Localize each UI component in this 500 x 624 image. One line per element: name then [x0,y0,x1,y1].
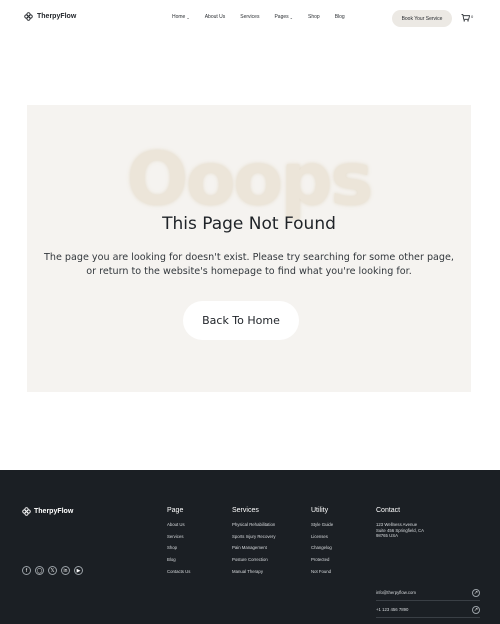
footer-link[interactable]: Manual Therapy [232,569,275,581]
not-found-panel: Ooops This Page Not Found The page you a… [27,105,471,392]
footer-link[interactable]: About Us [167,522,190,534]
contact-phone-row[interactable]: +1 123 456 7890 ↗ [376,602,480,618]
instagram-icon[interactable]: ◯ [35,566,44,575]
nav-item-label: Blog [334,14,345,20]
chevron-down-icon: ⌄ [289,14,294,20]
footer-link[interactable]: Changelog [311,545,333,557]
footer-link[interactable]: Not Found [311,569,333,581]
social-links: f ◯ 𝕏 in ▶ [22,566,83,575]
footer-link[interactable]: Style Guide [311,522,333,534]
facebook-icon[interactable]: f [22,566,31,575]
x-icon[interactable]: 𝕏 [48,566,57,575]
youtube-icon[interactable]: ▶ [74,566,83,575]
footer-brand-logo[interactable]: TherpyFlow [22,507,73,516]
nav-item-home[interactable]: Home ⌄ [172,14,190,20]
book-service-button[interactable]: Book Your Service [392,10,452,27]
logo-icon [24,12,33,21]
footer-link[interactable]: Posture Correction [232,557,275,569]
footer-link[interactable]: Sports Injury Recovery [232,534,275,546]
site-header: TherpyFlow Home ⌄ About Us Services Page… [0,0,500,38]
contact-address: 123 Wellness Avenue Suite 456 Springfiel… [376,522,436,539]
footer-link[interactable]: Pain Management [232,545,275,557]
footer-link[interactable]: Services [167,534,190,546]
not-found-description: The page you are looking for doesn't exi… [44,252,454,277]
linkedin-icon[interactable]: in [61,566,70,575]
footer-column-title: Contact [376,507,401,514]
chevron-down-icon: ⌄ [186,14,190,20]
ooops-watermark: Ooops [126,137,374,221]
nav-item-about-us[interactable]: About Us [205,14,226,20]
footer-column-title: Services [232,507,259,514]
arrow-up-right-icon: ↗ [472,605,480,614]
brand-logo[interactable]: TherpyFlow [24,12,76,21]
contact-email: info@therpyflow.com [376,590,416,595]
logo-icon [22,507,31,516]
footer-link[interactable]: Shop [167,545,190,557]
footer-brand-name: TherpyFlow [34,508,74,515]
footer-column-title: Page [167,507,184,514]
footer-link[interactable]: Blog [167,557,190,569]
arrow-up-right-icon: ↗ [472,588,480,597]
footer-column-contact: Contact 123 Wellness Avenue Suite 456 Sp… [376,507,480,618]
address-line: 98765 USA [376,533,398,538]
cart-count: 0 [471,14,474,19]
footer-link[interactable]: Licenses [311,534,333,546]
nav-item-label: Home [172,14,186,20]
cart-icon [461,13,470,22]
nav-item-blog[interactable]: Blog [335,14,345,20]
back-to-home-button[interactable]: Back To Home [183,301,299,340]
footer-column-page: Page About Us Services Shop Blog Contact… [167,507,190,580]
nav-item-services[interactable]: Services [240,14,259,20]
nav-item-label: Shop [308,14,320,20]
nav-item-pages[interactable]: Pages ⌄ [274,14,293,20]
contact-phone: +1 123 456 7890 [376,607,409,612]
contact-email-row[interactable]: info@therpyflow.com ↗ [376,585,480,601]
site-footer: TherpyFlow f ◯ 𝕏 in ▶ Page About Us Serv… [0,470,500,624]
main-nav: Home ⌄ About Us Services Pages ⌄ Shop Bl… [172,14,360,20]
nav-item-label: About Us [204,14,226,20]
footer-column-title: Utility [311,507,329,514]
cart-button[interactable]: 0 [461,13,473,22]
footer-link[interactable]: Physical Rehabilitation [232,522,275,534]
nav-item-label: Services [240,14,260,20]
footer-link[interactable]: Contacts Us [167,569,190,581]
footer-column-utility: Utility Style Guide Licenses Changelog P… [311,507,333,580]
brand-name: TherpyFlow [37,13,77,20]
footer-link[interactable]: Protected [311,557,333,569]
page-title: This Page Not Found [162,214,336,234]
footer-column-services: Services Physical Rehabilitation Sports … [232,507,275,580]
nav-item-label: Pages [274,14,289,20]
nav-item-shop[interactable]: Shop [308,14,320,20]
